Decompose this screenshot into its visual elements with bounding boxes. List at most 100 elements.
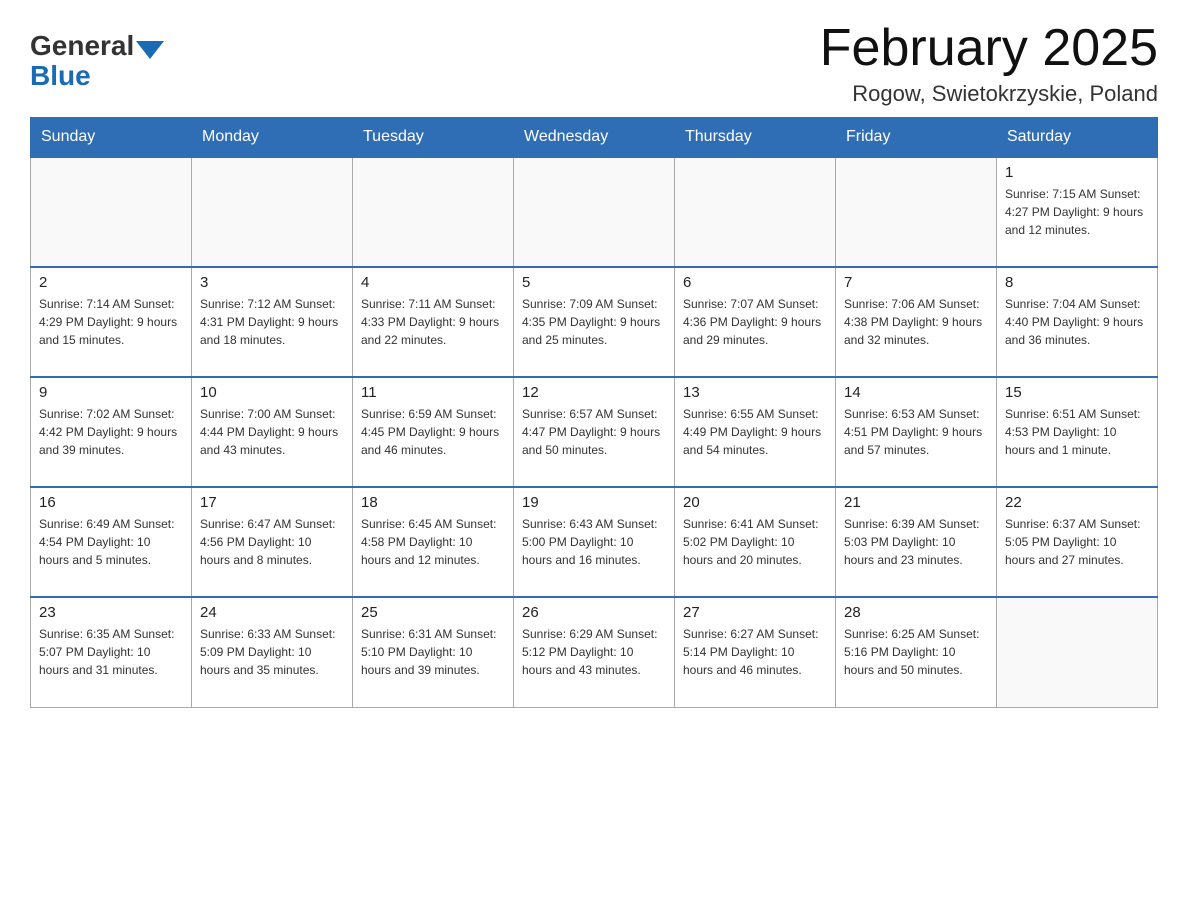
col-tuesday: Tuesday	[353, 118, 514, 158]
calendar-cell: 17 Sunrise: 6:47 AM Sunset: 4:56 PM Dayli…	[192, 487, 353, 597]
calendar-week-row-3: 9 Sunrise: 7:02 AM Sunset: 4:42 PM Daylig…	[31, 377, 1158, 487]
day-number: 4	[361, 274, 505, 291]
calendar-cell: 23 Sunrise: 6:35 AM Sunset: 5:07 PM Dayli…	[31, 597, 192, 707]
day-info: Sunrise: 6:57 AM Sunset: 4:47 PM Dayligh…	[522, 405, 666, 459]
col-monday: Monday	[192, 118, 353, 158]
calendar-cell: 9 Sunrise: 7:02 AM Sunset: 4:42 PM Daylig…	[31, 377, 192, 487]
calendar-table: Sunday Monday Tuesday Wednesday Thursday…	[30, 117, 1158, 708]
day-info: Sunrise: 6:39 AM Sunset: 5:03 PM Dayligh…	[844, 515, 988, 569]
calendar-cell: 15 Sunrise: 6:51 AM Sunset: 4:53 PM Dayli…	[997, 377, 1158, 487]
calendar-week-row-2: 2 Sunrise: 7:14 AM Sunset: 4:29 PM Daylig…	[31, 267, 1158, 377]
calendar-week-row-1: 1 Sunrise: 7:15 AM Sunset: 4:27 PM Daylig…	[31, 157, 1158, 267]
day-number: 11	[361, 384, 505, 401]
day-number: 1	[1005, 164, 1149, 181]
calendar-cell: 25Sunrise: 6:31 AM Sunset: 5:10 PM Dayli…	[353, 597, 514, 707]
calendar-cell: 26 Sunrise: 6:29 AM Sunset: 5:12 PM Dayli…	[514, 597, 675, 707]
day-number: 15	[1005, 384, 1149, 401]
col-friday: Friday	[836, 118, 997, 158]
calendar-cell: 18 Sunrise: 6:45 AM Sunset: 4:58 PM Dayli…	[353, 487, 514, 597]
day-info: Sunrise: 7:07 AM Sunset: 4:36 PM Dayligh…	[683, 295, 827, 349]
calendar-cell: 20 Sunrise: 6:41 AM Sunset: 5:02 PM Dayli…	[675, 487, 836, 597]
day-number: 20	[683, 494, 827, 511]
day-info: Sunrise: 6:43 AM Sunset: 5:00 PM Dayligh…	[522, 515, 666, 569]
calendar-cell	[675, 157, 836, 267]
day-info: Sunrise: 6:55 AM Sunset: 4:49 PM Dayligh…	[683, 405, 827, 459]
day-info: Sunrise: 7:11 AM Sunset: 4:33 PM Dayligh…	[361, 295, 505, 349]
day-info: Sunrise: 6:33 AM Sunset: 5:09 PM Dayligh…	[200, 625, 344, 679]
day-number: 23	[39, 604, 183, 621]
page-header: General Blue February 2025 Rogow, Swieto…	[30, 20, 1158, 107]
calendar-cell: 4 Sunrise: 7:11 AM Sunset: 4:33 PM Daylig…	[353, 267, 514, 377]
calendar-cell	[353, 157, 514, 267]
day-info: Sunrise: 6:25 AM Sunset: 5:16 PM Dayligh…	[844, 625, 988, 679]
calendar-cell: 3 Sunrise: 7:12 AM Sunset: 4:31 PM Daylig…	[192, 267, 353, 377]
day-info: Sunrise: 6:51 AM Sunset: 4:53 PM Dayligh…	[1005, 405, 1149, 459]
day-number: 9	[39, 384, 183, 401]
day-number: 2	[39, 274, 183, 291]
calendar-week-row-4: 16 Sunrise: 6:49 AM Sunset: 4:54 PM Dayli…	[31, 487, 1158, 597]
day-number: 5	[522, 274, 666, 291]
logo-blue-text: Blue	[30, 60, 164, 92]
calendar-cell: 28Sunrise: 6:25 AM Sunset: 5:16 PM Dayli…	[836, 597, 997, 707]
calendar-cell: 13Sunrise: 6:55 AM Sunset: 4:49 PM Dayli…	[675, 377, 836, 487]
day-info: Sunrise: 6:27 AM Sunset: 5:14 PM Dayligh…	[683, 625, 827, 679]
calendar-cell: 2 Sunrise: 7:14 AM Sunset: 4:29 PM Daylig…	[31, 267, 192, 377]
day-info: Sunrise: 7:02 AM Sunset: 4:42 PM Dayligh…	[39, 405, 183, 459]
calendar-header-row: Sunday Monday Tuesday Wednesday Thursday…	[31, 118, 1158, 158]
day-info: Sunrise: 7:06 AM Sunset: 4:38 PM Dayligh…	[844, 295, 988, 349]
day-number: 26	[522, 604, 666, 621]
calendar-cell: 5 Sunrise: 7:09 AM Sunset: 4:35 PM Daylig…	[514, 267, 675, 377]
calendar-cell	[836, 157, 997, 267]
calendar-cell: 21Sunrise: 6:39 AM Sunset: 5:03 PM Dayli…	[836, 487, 997, 597]
calendar-cell: 22 Sunrise: 6:37 AM Sunset: 5:05 PM Dayli…	[997, 487, 1158, 597]
day-number: 25	[361, 604, 505, 621]
day-number: 16	[39, 494, 183, 511]
day-info: Sunrise: 6:29 AM Sunset: 5:12 PM Dayligh…	[522, 625, 666, 679]
col-sunday: Sunday	[31, 118, 192, 158]
title-section: February 2025 Rogow, Swietokrzyskie, Pol…	[820, 20, 1158, 107]
day-info: Sunrise: 6:53 AM Sunset: 4:51 PM Dayligh…	[844, 405, 988, 459]
day-info: Sunrise: 6:45 AM Sunset: 4:58 PM Dayligh…	[361, 515, 505, 569]
calendar-cell: 12 Sunrise: 6:57 AM Sunset: 4:47 PM Dayli…	[514, 377, 675, 487]
day-number: 14	[844, 384, 988, 401]
col-saturday: Saturday	[997, 118, 1158, 158]
calendar-cell: 16 Sunrise: 6:49 AM Sunset: 4:54 PM Dayli…	[31, 487, 192, 597]
day-number: 18	[361, 494, 505, 511]
day-info: Sunrise: 7:04 AM Sunset: 4:40 PM Dayligh…	[1005, 295, 1149, 349]
day-number: 27	[683, 604, 827, 621]
calendar-cell: 27 Sunrise: 6:27 AM Sunset: 5:14 PM Dayli…	[675, 597, 836, 707]
day-info: Sunrise: 6:59 AM Sunset: 4:45 PM Dayligh…	[361, 405, 505, 459]
calendar-cell	[31, 157, 192, 267]
day-number: 17	[200, 494, 344, 511]
day-number: 22	[1005, 494, 1149, 511]
day-info: Sunrise: 6:37 AM Sunset: 5:05 PM Dayligh…	[1005, 515, 1149, 569]
day-info: Sunrise: 7:12 AM Sunset: 4:31 PM Dayligh…	[200, 295, 344, 349]
calendar-week-row-5: 23 Sunrise: 6:35 AM Sunset: 5:07 PM Dayli…	[31, 597, 1158, 707]
calendar-cell	[997, 597, 1158, 707]
day-info: Sunrise: 7:15 AM Sunset: 4:27 PM Dayligh…	[1005, 185, 1149, 239]
calendar-cell: 7 Sunrise: 7:06 AM Sunset: 4:38 PM Daylig…	[836, 267, 997, 377]
calendar-cell: 6 Sunrise: 7:07 AM Sunset: 4:36 PM Daylig…	[675, 267, 836, 377]
day-number: 12	[522, 384, 666, 401]
day-info: Sunrise: 7:09 AM Sunset: 4:35 PM Dayligh…	[522, 295, 666, 349]
calendar-subtitle: Rogow, Swietokrzyskie, Poland	[820, 81, 1158, 107]
col-thursday: Thursday	[675, 118, 836, 158]
calendar-cell	[514, 157, 675, 267]
day-info: Sunrise: 7:14 AM Sunset: 4:29 PM Dayligh…	[39, 295, 183, 349]
day-info: Sunrise: 6:47 AM Sunset: 4:56 PM Dayligh…	[200, 515, 344, 569]
calendar-cell: 19 Sunrise: 6:43 AM Sunset: 5:00 PM Dayli…	[514, 487, 675, 597]
calendar-cell: 8Sunrise: 7:04 AM Sunset: 4:40 PM Daylig…	[997, 267, 1158, 377]
day-info: Sunrise: 6:41 AM Sunset: 5:02 PM Dayligh…	[683, 515, 827, 569]
day-number: 19	[522, 494, 666, 511]
day-number: 3	[200, 274, 344, 291]
calendar-cell: 14 Sunrise: 6:53 AM Sunset: 4:51 PM Dayli…	[836, 377, 997, 487]
day-info: Sunrise: 6:35 AM Sunset: 5:07 PM Dayligh…	[39, 625, 183, 679]
day-number: 7	[844, 274, 988, 291]
day-info: Sunrise: 6:49 AM Sunset: 4:54 PM Dayligh…	[39, 515, 183, 569]
calendar-cell: 24Sunrise: 6:33 AM Sunset: 5:09 PM Dayli…	[192, 597, 353, 707]
day-number: 6	[683, 274, 827, 291]
day-number: 10	[200, 384, 344, 401]
calendar-cell: 11 Sunrise: 6:59 AM Sunset: 4:45 PM Dayli…	[353, 377, 514, 487]
day-info: Sunrise: 7:00 AM Sunset: 4:44 PM Dayligh…	[200, 405, 344, 459]
logo: General Blue	[30, 30, 164, 92]
